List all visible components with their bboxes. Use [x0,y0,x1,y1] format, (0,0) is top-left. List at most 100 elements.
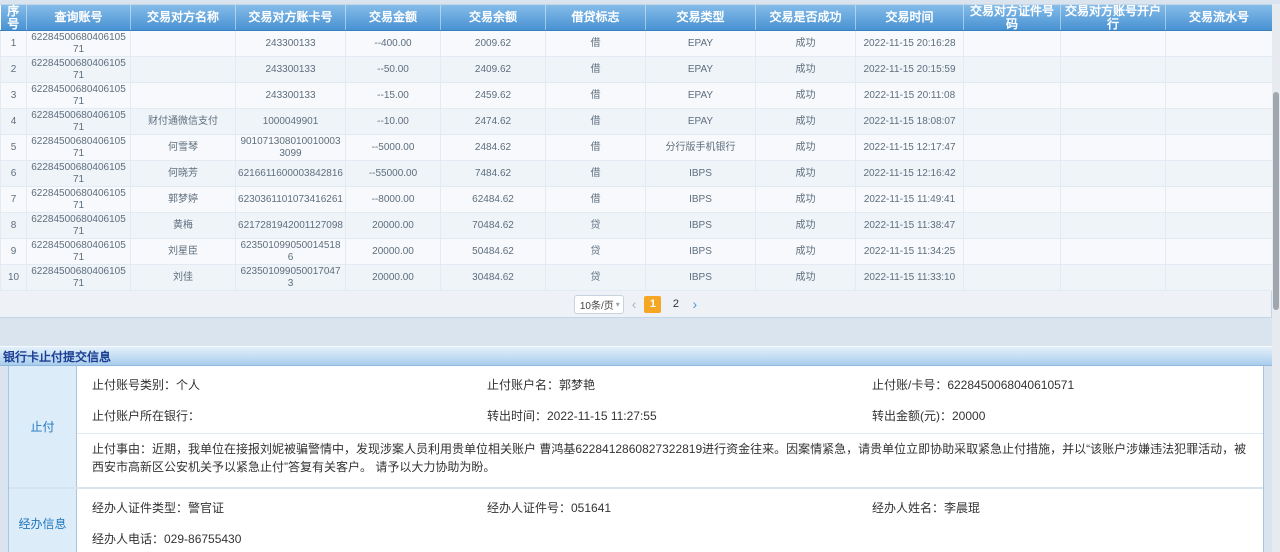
page-size-select[interactable]: 10条/页 ▾ [574,295,624,314]
handler-field-rows: 经办人证件类型：警官证经办人证件号：051641经办人姓名：李晨琨经办人电话：0… [77,492,1263,552]
cell: 6228450068040610571 [27,109,131,135]
cell: 4 [1,109,27,135]
cell: IBPS [646,239,756,265]
cell: 6228450068040610571 [27,265,131,291]
cell: 成功 [756,109,856,135]
vertical-scrollbar-track[interactable] [1272,4,1280,552]
cell: 借 [546,109,646,135]
cell: 8 [1,213,27,239]
column-header: 查询账号 [27,5,131,31]
cell: 5 [1,135,27,161]
cell: 借 [546,31,646,57]
page-button[interactable]: 2 [667,296,684,313]
table-row[interactable]: 36228450068040610571243300133--15.002459… [1,83,1273,109]
cell: --50.00 [346,57,441,83]
cell [1166,109,1273,135]
cell: 6235010990500145186 [236,239,346,265]
cell [1166,57,1273,83]
field [872,530,1253,547]
cell: 6228450068040610571 [27,161,131,187]
cell: 7484.62 [441,161,546,187]
transactions-panel: 序号查询账号交易对方名称交易对方账卡号交易金额交易余额借贷标志交易类型交易是否成… [0,4,1272,318]
cell: 9010713080100100033099 [236,135,346,161]
cell: 20000.00 [346,213,441,239]
cell [1166,213,1273,239]
cell: 20000.00 [346,239,441,265]
table-row[interactable]: 66228450068040610571何晓芳62166116000038428… [1,161,1273,187]
cell: 6228450068040610571 [27,57,131,83]
column-header: 交易流水号 [1166,5,1273,31]
cell: EPAY [646,57,756,83]
cell [1166,239,1273,265]
field [487,530,872,547]
handler-group: 经办信息 经办人证件类型：警官证经办人证件号：051641经办人姓名：李晨琨经办… [9,487,1263,552]
cell [1061,213,1166,239]
stop-payment-fields: 止付账号类别：个人止付账户名：郭梦艳止付账/卡号：622845006804061… [77,366,1263,487]
column-header: 序号 [1,5,27,31]
cell [131,57,236,83]
table-row[interactable]: 16228450068040610571243300133--400.00200… [1,31,1273,57]
table-row[interactable]: 86228450068040610571黄梅621728194200112709… [1,213,1273,239]
cell: 6228450068040610571 [27,83,131,109]
cell: 62484.62 [441,187,546,213]
cell: 6235010990500170473 [236,265,346,291]
table-row[interactable]: 106228450068040610571刘佳62350109905001704… [1,265,1273,291]
page-button[interactable]: 1 [644,296,661,313]
cell: 2022-11-15 12:16:42 [856,161,964,187]
cell: 6217281942001127098 [236,213,346,239]
column-header: 借贷标志 [546,5,646,31]
cell: 成功 [756,161,856,187]
column-header: 交易时间 [856,5,964,31]
cell: 2009.62 [441,31,546,57]
cell: 6230361101073416261 [236,187,346,213]
field: 经办人证件号：051641 [487,499,872,516]
vertical-scrollbar-thumb[interactable] [1273,92,1279,310]
cell: --400.00 [346,31,441,57]
transactions-tbody: 16228450068040610571243300133--400.00200… [1,31,1273,291]
table-row[interactable]: 56228450068040610571何雪琴90107130801001000… [1,135,1273,161]
cell: 成功 [756,265,856,291]
chevron-down-icon: ▾ [616,300,620,309]
table-row[interactable]: 76228450068040610571郭梦婷62303611010734162… [1,187,1273,213]
table-row[interactable]: 46228450068040610571财付通微信支付1000049901--1… [1,109,1273,135]
cell: --5000.00 [346,135,441,161]
cell: EPAY [646,83,756,109]
next-page-button[interactable]: › [692,297,697,311]
table-row[interactable]: 26228450068040610571243300133--50.002409… [1,57,1273,83]
cell: 成功 [756,239,856,265]
cell: 成功 [756,31,856,57]
cell: 2 [1,57,27,83]
pagination: 10条/页 ▾ ‹ 12 › [0,291,1271,317]
field-row: 止付账号类别：个人止付账户名：郭梦艳止付账/卡号：622845006804061… [77,369,1263,400]
stop-payment-reason: 止付事由：近期，我单位在接报刘妮被骗警情中，发现涉案人员利用贵单位相关账户 曹鸿… [77,433,1263,484]
cell: 贷 [546,265,646,291]
column-header: 交易对方账号开户行 [1061,5,1166,31]
cell: 2022-11-15 11:34:25 [856,239,964,265]
cell: 30484.62 [441,265,546,291]
cell: IBPS [646,213,756,239]
cell: 6228450068040610571 [27,31,131,57]
cell [131,31,236,57]
cell: 何晓芳 [131,161,236,187]
cell: 2409.62 [441,57,546,83]
page-size-label: 10条/页 [580,297,614,312]
cell: 2022-11-15 11:49:41 [856,187,964,213]
cell [1166,187,1273,213]
cell: 2022-11-15 20:16:28 [856,31,964,57]
column-header: 交易对方名称 [131,5,236,31]
cell: 成功 [756,57,856,83]
cell [1061,83,1166,109]
cell: 6228450068040610571 [27,187,131,213]
cell: 2022-11-15 11:33:10 [856,265,964,291]
cell: 分行版手机银行 [646,135,756,161]
transactions-header-row: 序号查询账号交易对方名称交易对方账卡号交易金额交易余额借贷标志交易类型交易是否成… [1,5,1273,31]
cell: IBPS [646,161,756,187]
cell [1166,135,1273,161]
cell: 借 [546,135,646,161]
prev-page-button[interactable]: ‹ [632,297,637,311]
cell [1061,31,1166,57]
table-row[interactable]: 96228450068040610571刘星臣62350109905001451… [1,239,1273,265]
stop-payment-field-rows: 止付账号类别：个人止付账户名：郭梦艳止付账/卡号：622845006804061… [77,369,1263,431]
field: 经办人姓名：李晨琨 [872,499,1253,516]
stop-payment-group-label: 止付 [9,366,77,487]
